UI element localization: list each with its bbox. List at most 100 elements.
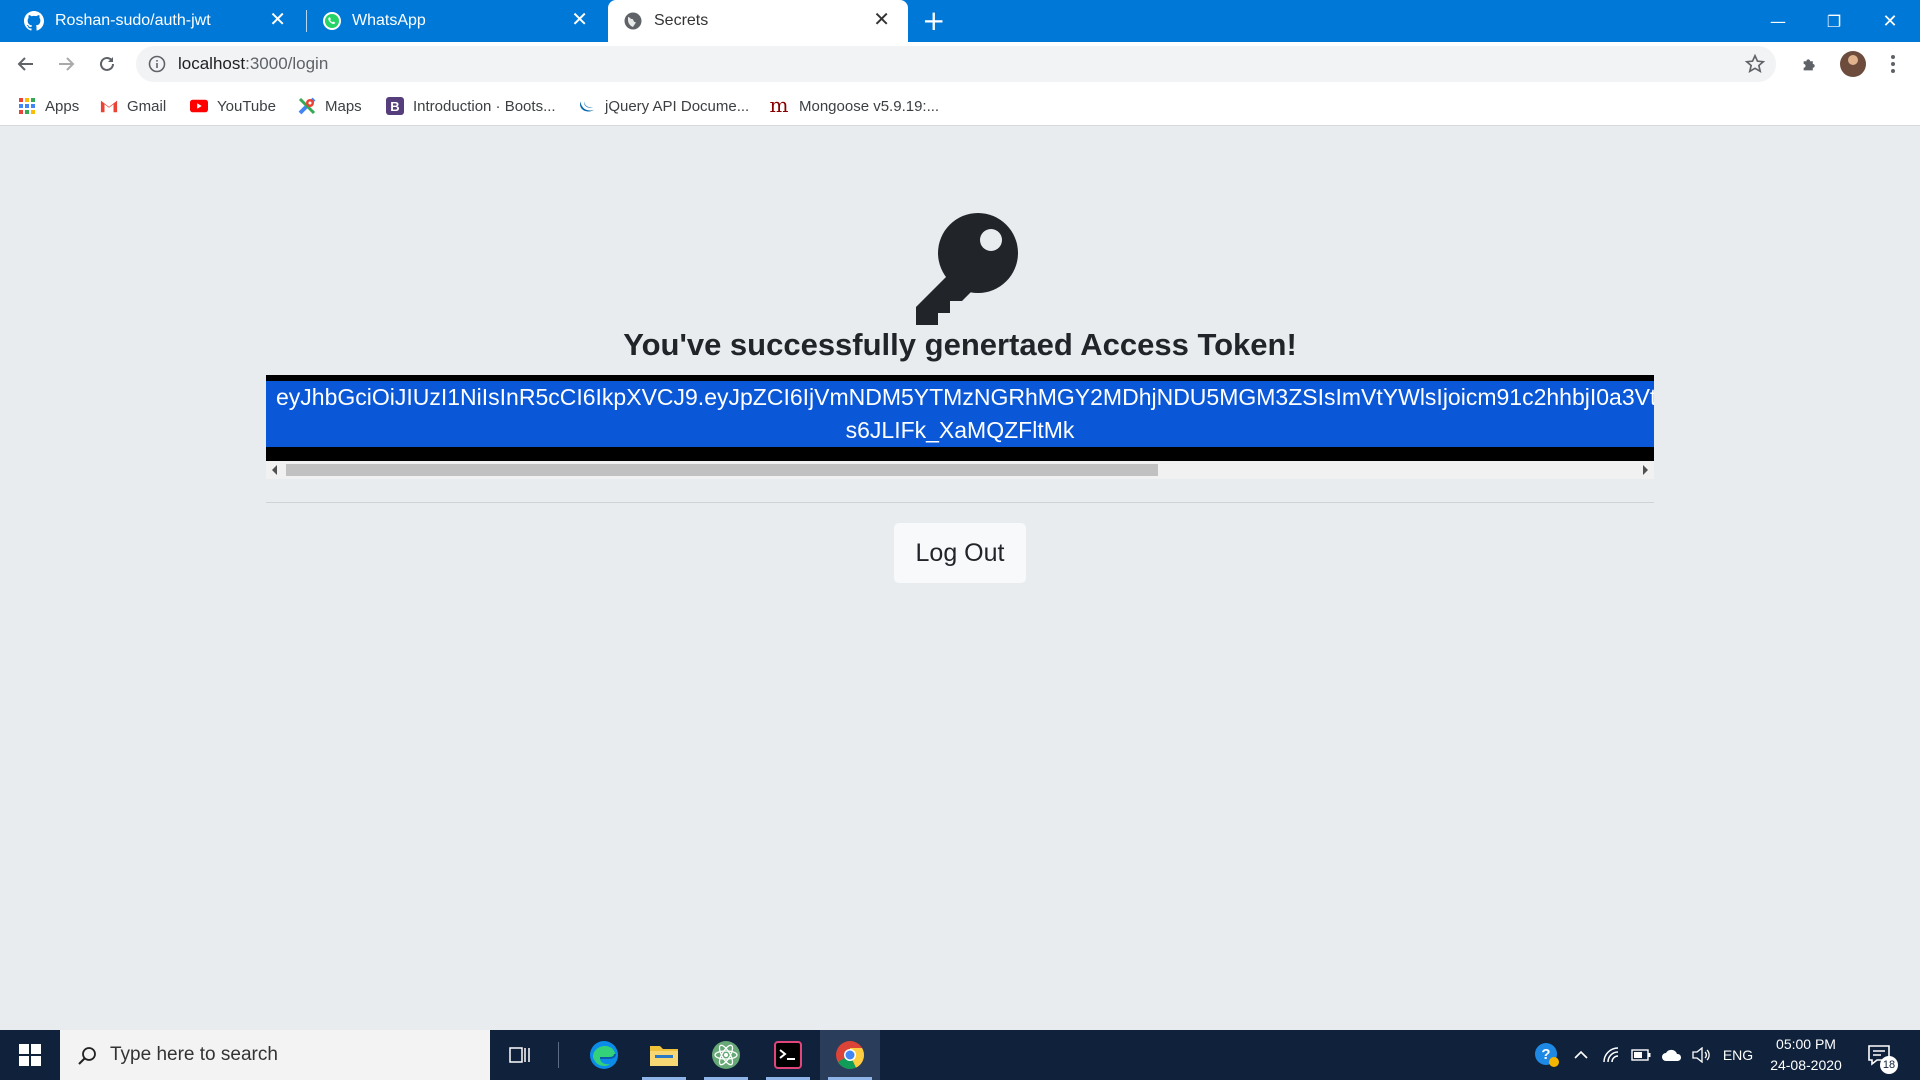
close-icon[interactable]: ✕ bbox=[873, 9, 890, 31]
tab-github[interactable]: Roshan-sudo/auth-jwt ✕ bbox=[0, 0, 304, 42]
close-icon[interactable]: ✕ bbox=[571, 9, 588, 31]
bookmark-mongoose[interactable]: m Mongoose v5.9.19:... bbox=[768, 94, 940, 118]
url-path: :3000/login bbox=[245, 54, 329, 73]
back-button[interactable] bbox=[14, 52, 38, 76]
mongoose-icon: m bbox=[768, 97, 790, 115]
volume-tray-icon[interactable] bbox=[1688, 1030, 1714, 1080]
language-indicator[interactable]: ENG bbox=[1718, 1030, 1758, 1080]
tab-title: Roshan-sudo/auth-jwt bbox=[55, 12, 211, 29]
search-placeholder: Type here to search bbox=[110, 1044, 278, 1065]
terminal-icon bbox=[774, 1041, 802, 1069]
show-hidden-icons-button[interactable] bbox=[1568, 1030, 1594, 1080]
globe-icon bbox=[624, 12, 642, 30]
svg-text:B: B bbox=[390, 99, 399, 114]
reload-button[interactable] bbox=[95, 52, 119, 76]
bookmark-apps[interactable]: Apps bbox=[18, 94, 79, 118]
clock-time: 05:00 PM bbox=[1776, 1036, 1836, 1052]
tab-strip: Roshan-sudo/auth-jwt ✕ WhatsApp ✕ Secret… bbox=[0, 0, 1920, 42]
maps-icon bbox=[298, 97, 316, 115]
bootstrap-icon: B bbox=[386, 97, 404, 115]
profile-avatar[interactable] bbox=[1840, 51, 1866, 77]
bookmarks-bar: Apps Gmail YouTube Maps B Introduction ·… bbox=[0, 86, 1920, 126]
bookmark-label: YouTube bbox=[217, 97, 276, 115]
battery-tray-icon[interactable] bbox=[1628, 1030, 1654, 1080]
youtube-icon bbox=[190, 97, 208, 115]
forward-button[interactable] bbox=[54, 52, 78, 76]
browser-toolbar: localhost:3000/login bbox=[0, 42, 1920, 86]
clock[interactable]: 05:00 PM 24-08-2020 bbox=[1764, 1034, 1848, 1076]
access-token[interactable]: eyJhbGciOiJIUzI1NiIsInR5cCI6IkpXVCJ9.eyJ… bbox=[266, 381, 1654, 447]
token-display[interactable]: eyJhbGciOiJIUzI1NiIsInR5cCI6IkpXVCJ9.eyJ… bbox=[266, 375, 1654, 461]
search-icon bbox=[78, 1047, 96, 1065]
url-host: localhost bbox=[178, 54, 246, 73]
github-icon bbox=[24, 11, 44, 31]
bookmark-label: Apps bbox=[45, 97, 80, 115]
info-icon[interactable] bbox=[148, 55, 166, 73]
cloud-icon bbox=[1662, 1049, 1682, 1061]
token-line: s6JLIFk_XaMQZFltMk bbox=[845, 417, 1075, 443]
chrome-icon bbox=[836, 1041, 864, 1069]
start-button[interactable] bbox=[0, 1030, 60, 1080]
address-bar[interactable]: localhost:3000/login bbox=[136, 46, 1776, 82]
tab-title: WhatsApp bbox=[352, 12, 426, 29]
task-view-button[interactable] bbox=[490, 1030, 550, 1080]
minimize-button[interactable]: — bbox=[1750, 0, 1806, 42]
taskbar-app-atom[interactable] bbox=[696, 1030, 756, 1080]
key-icon bbox=[916, 213, 1018, 325]
back-arrow-icon bbox=[17, 57, 33, 71]
wifi-icon bbox=[1603, 1047, 1619, 1063]
wifi-tray-icon[interactable] bbox=[1598, 1030, 1624, 1080]
edge-icon bbox=[590, 1041, 618, 1069]
page-content: You've successfully genertaed Access Tok… bbox=[0, 127, 1920, 1030]
token-line: eyJhbGciOiJIUzI1NiIsInR5cCI6IkpXVCJ9.eyJ… bbox=[266, 381, 1654, 414]
taskbar-app-edge[interactable] bbox=[574, 1030, 634, 1080]
bookmark-gmail[interactable]: Gmail bbox=[100, 94, 166, 118]
bookmark-star-icon[interactable] bbox=[1744, 53, 1766, 75]
taskbar-search[interactable]: Type here to search bbox=[60, 1030, 490, 1080]
tab-secrets[interactable]: Secrets ✕ bbox=[608, 0, 908, 42]
new-tab-button[interactable]: + bbox=[922, 6, 945, 36]
reload-icon bbox=[100, 56, 114, 71]
url-text[interactable]: localhost:3000/login bbox=[178, 54, 328, 74]
taskbar-app-terminal[interactable] bbox=[758, 1030, 818, 1080]
scroll-left-icon[interactable] bbox=[272, 465, 277, 475]
bookmark-label: Introduction · Boots... bbox=[413, 97, 556, 115]
divider bbox=[266, 502, 1654, 503]
extensions-puzzle-icon[interactable] bbox=[1800, 53, 1822, 75]
atom-icon bbox=[712, 1041, 740, 1069]
horizontal-scrollbar[interactable] bbox=[266, 461, 1654, 479]
bookmark-label: jQuery API Docume... bbox=[605, 97, 750, 115]
close-window-button[interactable]: ✕ bbox=[1862, 0, 1918, 42]
taskbar-app-file-explorer[interactable] bbox=[634, 1030, 694, 1080]
bookmark-label: Maps bbox=[325, 97, 362, 115]
menu-kebab-icon[interactable] bbox=[1886, 51, 1900, 77]
svg-text:m: m bbox=[770, 97, 789, 115]
chevron-up-icon bbox=[1574, 1050, 1588, 1059]
taskbar-app-chrome[interactable] bbox=[820, 1030, 880, 1080]
taskbar-divider bbox=[558, 1042, 559, 1068]
tab-whatsapp[interactable]: WhatsApp ✕ bbox=[308, 0, 606, 42]
onedrive-tray-icon[interactable] bbox=[1658, 1030, 1686, 1080]
jquery-icon bbox=[578, 97, 596, 115]
apps-grid-icon bbox=[18, 97, 36, 115]
close-icon[interactable]: ✕ bbox=[269, 9, 286, 31]
bookmark-jquery[interactable]: jQuery API Docume... bbox=[578, 94, 749, 118]
battery-icon bbox=[1631, 1049, 1651, 1061]
scrollbar-thumb[interactable] bbox=[286, 464, 1158, 476]
tab-separator bbox=[306, 10, 307, 32]
logout-button[interactable]: Log Out bbox=[894, 523, 1026, 583]
bookmark-maps[interactable]: Maps bbox=[298, 94, 362, 118]
page-title: You've successfully genertaed Access Tok… bbox=[623, 327, 1297, 362]
tab-title: Secrets bbox=[654, 12, 709, 29]
speaker-icon bbox=[1692, 1047, 1710, 1063]
bookmark-bootstrap[interactable]: B Introduction · Boots... bbox=[386, 94, 556, 118]
help-tray-icon[interactable]: ? bbox=[1530, 1030, 1564, 1080]
task-view-icon bbox=[509, 1047, 530, 1063]
scroll-right-icon[interactable] bbox=[1643, 465, 1648, 475]
clock-date: 24-08-2020 bbox=[1770, 1057, 1842, 1073]
bookmark-youtube[interactable]: YouTube bbox=[190, 94, 276, 118]
svg-text:?: ? bbox=[1541, 1046, 1550, 1063]
bookmark-label: Gmail bbox=[127, 97, 167, 115]
restore-button[interactable]: ❐ bbox=[1806, 0, 1862, 42]
taskbar: Type here to search ? ENG 05:00 PM 24-08… bbox=[0, 1030, 1920, 1080]
